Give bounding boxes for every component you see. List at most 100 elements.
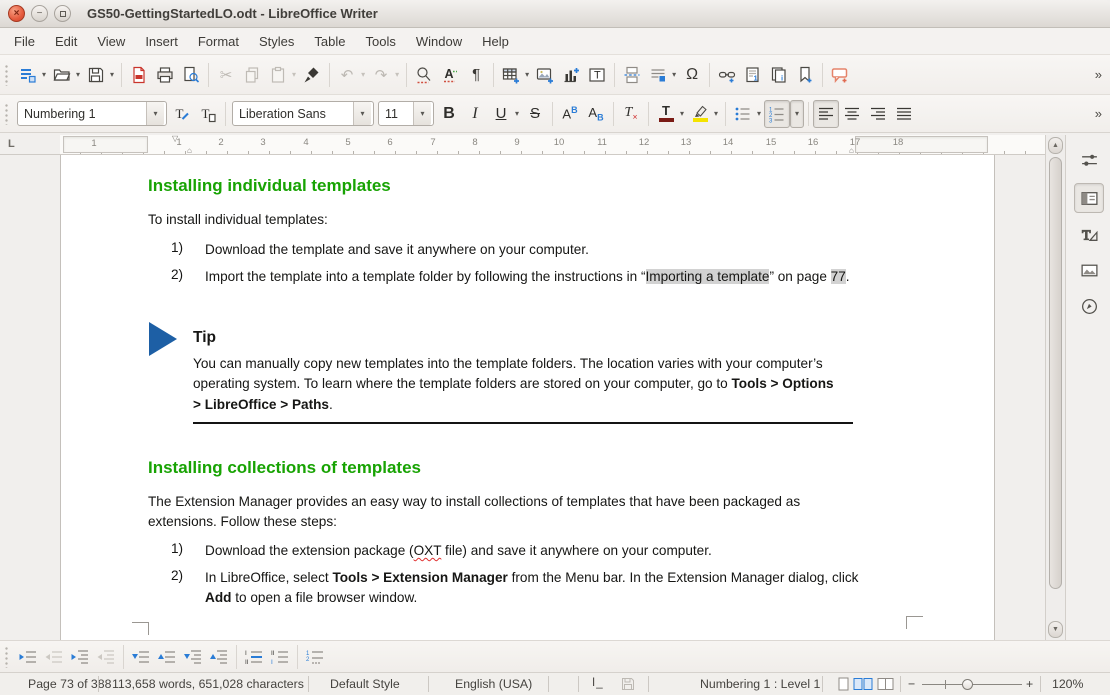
sidebar-navigator-tab[interactable] [1074, 291, 1104, 321]
align-left-button[interactable] [813, 100, 839, 128]
font-color-button[interactable]: T [653, 100, 679, 128]
font-size-combo[interactable]: ▾ [378, 101, 434, 126]
open-dropdown[interactable]: ▾ [76, 70, 80, 79]
close-button[interactable]: × [8, 5, 25, 22]
menu-styles[interactable]: Styles [249, 30, 304, 53]
multi-page-view-button[interactable] [853, 677, 873, 694]
insert-footnote-button[interactable]: 1 [740, 61, 766, 89]
move-down-button[interactable] [128, 643, 154, 671]
zoom-percent[interactable]: 120% [1052, 677, 1083, 691]
ordered-list-dropdown[interactable]: ▾ [790, 100, 804, 128]
justify-button[interactable] [891, 100, 917, 128]
horizontal-ruler[interactable]: 1 1 2 3 4 5 6 7 8 9 10 11 12 13 14 15 16… [60, 135, 1045, 154]
bullets-and-numbering-button[interactable]: 12 [302, 643, 328, 671]
menu-help[interactable]: Help [472, 30, 519, 53]
vertical-scrollbar[interactable]: ▲ ▼ [1045, 135, 1065, 640]
menu-file[interactable]: File [4, 30, 45, 53]
menu-view[interactable]: View [87, 30, 135, 53]
insert-field-dropdown[interactable]: ▾ [672, 70, 676, 79]
right-indent-marker[interactable]: ⌂ [849, 146, 854, 155]
menu-edit[interactable]: Edit [45, 30, 87, 53]
font-size-input[interactable] [379, 103, 413, 124]
maximize-button[interactable] [54, 5, 71, 22]
move-down-with-subpoints-button[interactable] [180, 643, 206, 671]
bold-button[interactable]: B [436, 100, 462, 128]
promote-with-subpoints-button[interactable] [93, 643, 119, 671]
page-number-field[interactable]: 77 [831, 269, 846, 284]
menu-table[interactable]: Table [304, 30, 355, 53]
book-view-button[interactable] [877, 677, 894, 694]
insert-field-button[interactable] [645, 61, 671, 89]
minimize-button[interactable]: − [31, 5, 48, 22]
insert-table-button[interactable] [498, 61, 524, 89]
underline-dropdown[interactable]: ▾ [515, 109, 519, 118]
insert-mode-icon[interactable]: I_ [592, 677, 604, 689]
zoom-in-button[interactable]: + [1026, 677, 1033, 691]
save-state-icon[interactable] [621, 677, 635, 694]
move-up-button[interactable] [154, 643, 180, 671]
font-size-dropdown[interactable]: ▾ [413, 102, 431, 125]
find-replace-button[interactable] [411, 61, 437, 89]
italic-button[interactable]: I [462, 100, 488, 128]
insert-special-character-button[interactable]: Ω [679, 61, 705, 89]
scroll-down-button[interactable]: ▼ [1048, 621, 1063, 638]
cross-reference-field[interactable]: Importing a template [646, 269, 770, 284]
align-right-button[interactable] [865, 100, 891, 128]
toolbar-overflow-button[interactable]: » [1095, 106, 1102, 121]
first-line-indent-marker[interactable]: ▽ [172, 134, 178, 143]
paragraph-style-combo[interactable]: ▾ [17, 101, 167, 126]
zoom-out-button[interactable]: − [908, 677, 915, 691]
font-color-dropdown[interactable]: ▾ [680, 109, 684, 118]
ordered-list-button[interactable]: 123 [764, 100, 790, 128]
outline-level-status[interactable]: Numbering 1 : Level 1 [700, 677, 820, 691]
scroll-up-button[interactable]: ▲ [1048, 137, 1063, 154]
promote-button[interactable] [41, 643, 67, 671]
cut-button[interactable]: ✂ [213, 61, 239, 89]
menu-format[interactable]: Format [188, 30, 249, 53]
font-name-input[interactable] [233, 103, 353, 124]
strikethrough-button[interactable]: S [522, 100, 548, 128]
undo-dropdown[interactable]: ▾ [361, 70, 365, 79]
copy-button[interactable] [239, 61, 265, 89]
insert-unnumbered-entry-button[interactable]: III [241, 643, 267, 671]
new-style-button[interactable]: T [195, 100, 221, 128]
restart-numbering-button[interactable]: III [267, 643, 293, 671]
scrollbar-thumb[interactable] [1049, 157, 1062, 589]
insert-text-box-button[interactable]: T [584, 61, 610, 89]
save-button[interactable] [83, 61, 109, 89]
language-status[interactable]: English (USA) [455, 677, 532, 691]
new-document-button[interactable] [15, 61, 41, 89]
font-name-dropdown[interactable]: ▾ [353, 102, 371, 125]
menu-insert[interactable]: Insert [135, 30, 188, 53]
insert-page-break-button[interactable] [619, 61, 645, 89]
insert-image-button[interactable] [532, 61, 558, 89]
hanging-indent-marker[interactable]: ⌂ [187, 146, 192, 155]
highlight-color-dropdown[interactable]: ▾ [714, 109, 718, 118]
paragraph-style-input[interactable] [18, 103, 146, 124]
update-style-button[interactable]: T [169, 100, 195, 128]
word-count-status[interactable]: 113,658 words, 651,028 characters [112, 677, 304, 691]
zoom-slider-handle[interactable] [962, 679, 973, 690]
toolbar-overflow-button[interactable]: » [1095, 67, 1102, 82]
highlight-color-button[interactable] [687, 100, 713, 128]
insert-comment-button[interactable] [827, 61, 853, 89]
insert-bookmark-button[interactable] [792, 61, 818, 89]
single-page-view-button[interactable] [838, 677, 849, 694]
redo-dropdown[interactable]: ▾ [395, 70, 399, 79]
sidebar-settings-tab[interactable] [1074, 145, 1104, 175]
superscript-button[interactable]: AB [557, 100, 583, 128]
font-name-combo[interactable]: ▾ [232, 101, 374, 126]
insert-hyperlink-button[interactable] [714, 61, 740, 89]
redo-button[interactable]: ↷ [368, 61, 394, 89]
paragraph-style-dropdown[interactable]: ▾ [146, 102, 164, 125]
paste-button[interactable] [265, 61, 291, 89]
underline-button[interactable]: U [488, 100, 514, 128]
titlebar[interactable]: × − GS50-GettingStartedLO.odt - LibreOff… [0, 0, 1110, 28]
sidebar-gallery-tab[interactable] [1074, 255, 1104, 285]
clear-formatting-button[interactable]: T× [618, 100, 644, 128]
subscript-button[interactable]: AB [583, 100, 609, 128]
page-style-status[interactable]: Default Style [330, 677, 400, 691]
insert-chart-button[interactable] [558, 61, 584, 89]
save-dropdown[interactable]: ▾ [110, 70, 114, 79]
tab-type-selector[interactable]: L [8, 138, 15, 150]
